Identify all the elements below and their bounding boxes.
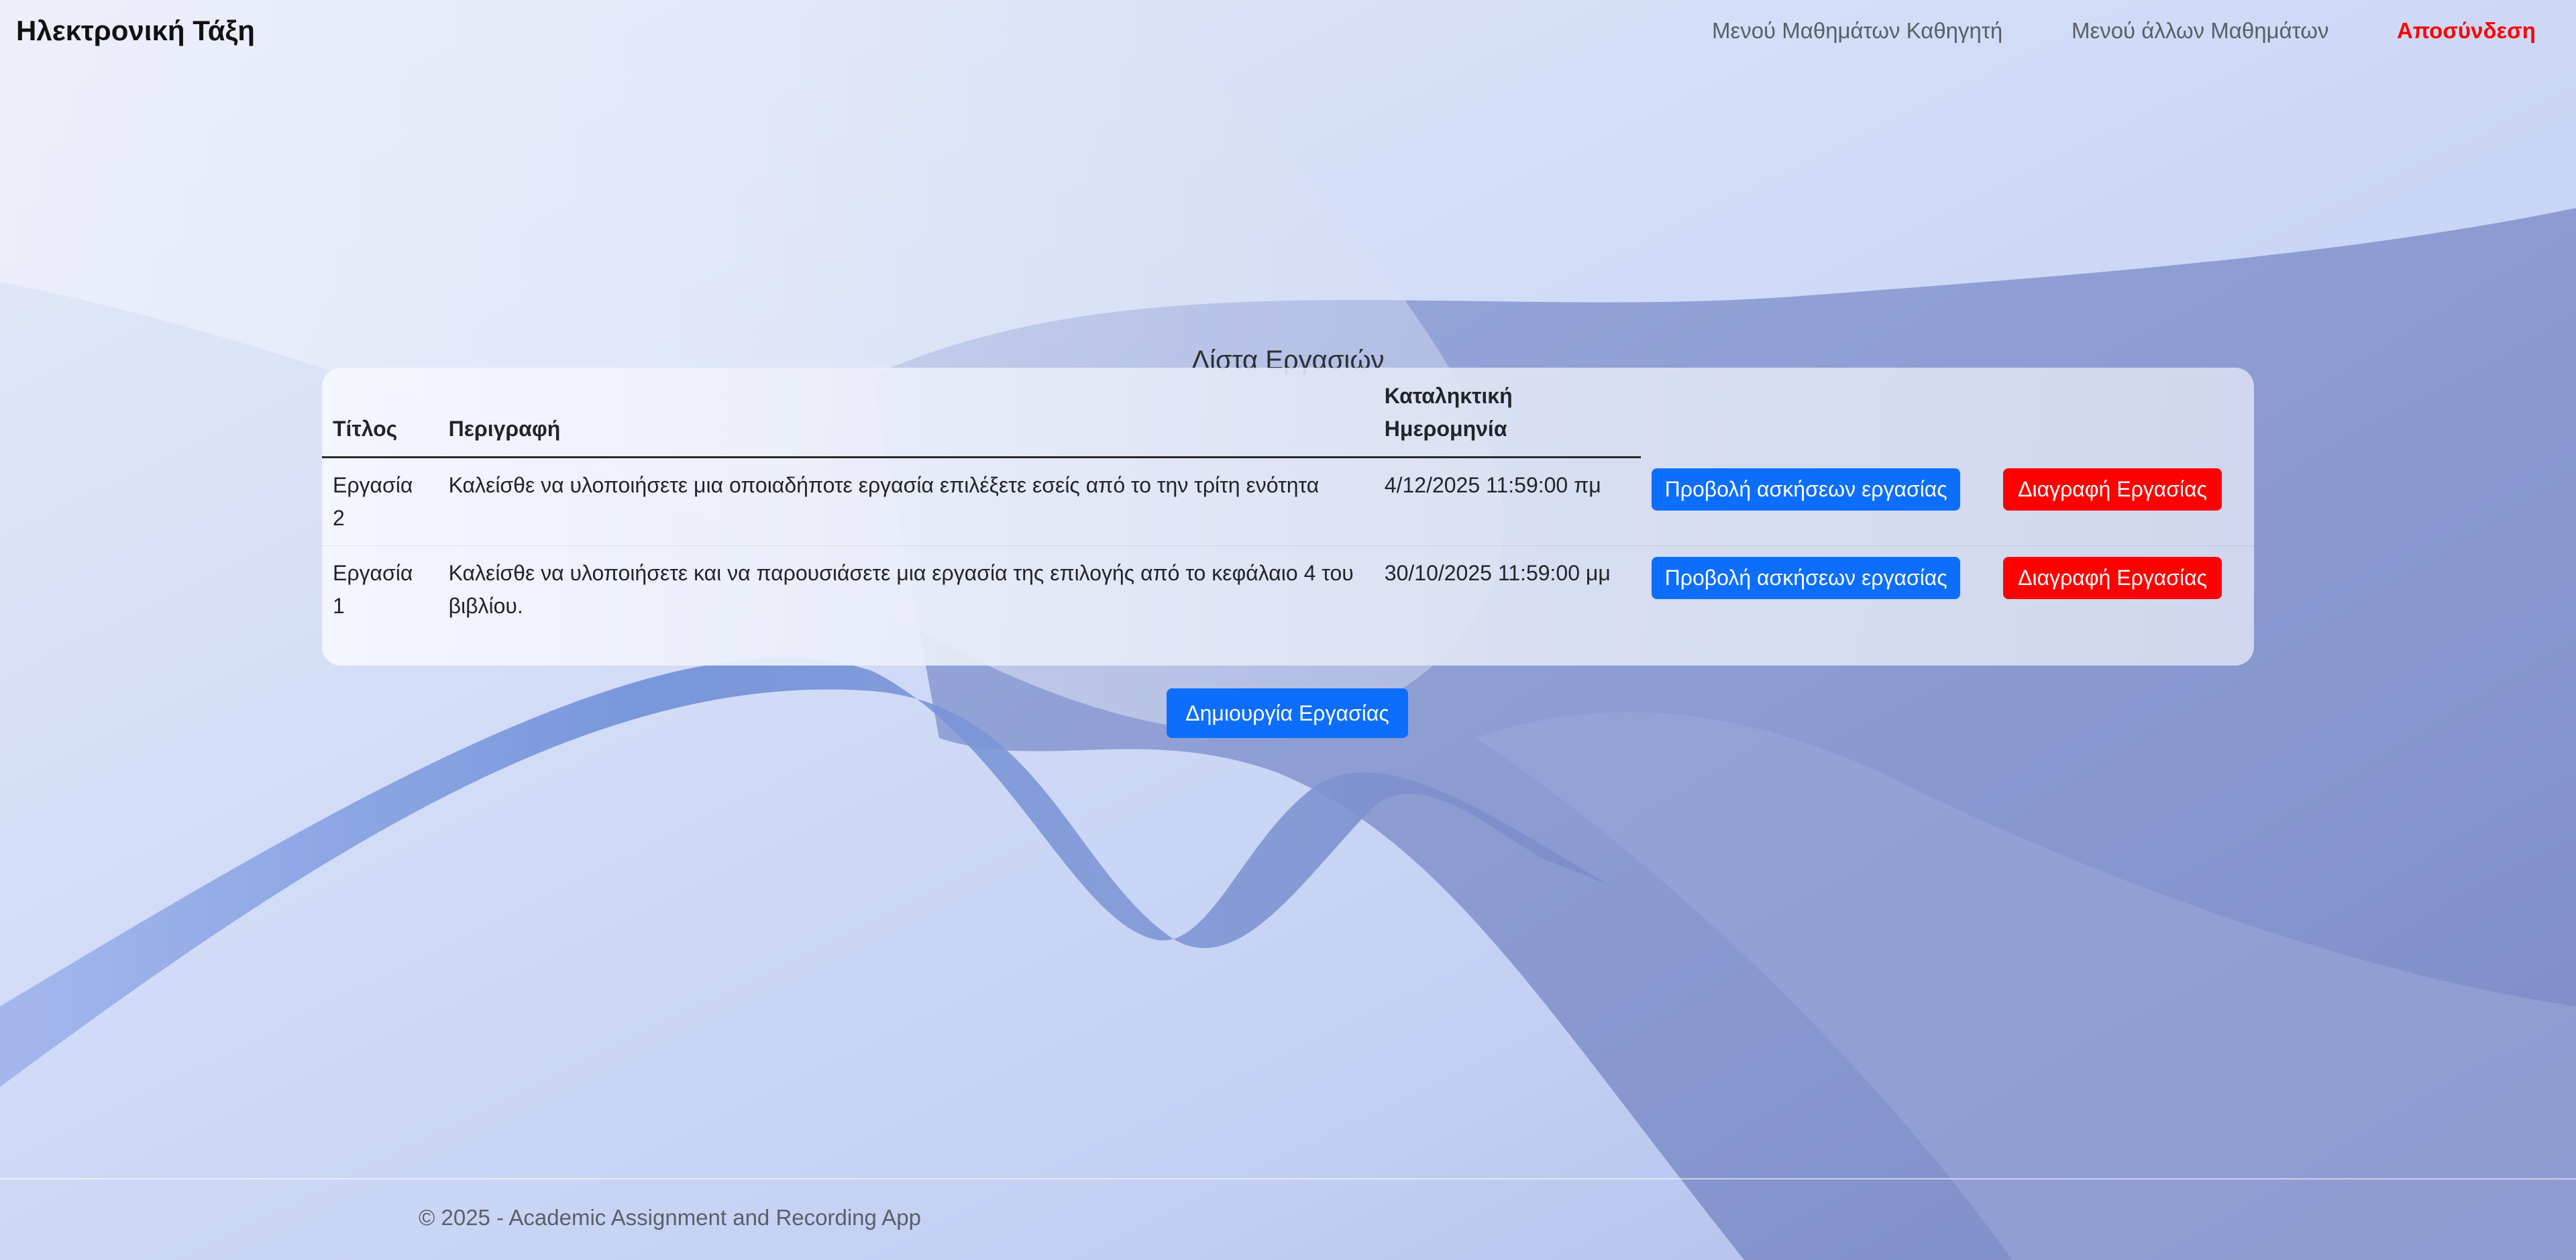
view-cell: Προβολή ασκήσεων εργασίας xyxy=(1641,546,1992,634)
assignment-description-cell: Καλείσθε να υλοποιήσετε μια οποιαδήποτε … xyxy=(437,457,1374,546)
logout-link[interactable]: Αποσύνδεση xyxy=(2397,18,2536,44)
view-cell: Προβολή ασκήσεων εργασίας xyxy=(1641,457,1993,546)
assignment-description-cell: Καλείσθε να υλοποιήσετε και να παρουσιάσ… xyxy=(448,561,1354,618)
assignment-deadline-cell: 4/12/2025 11:59:00 πμ xyxy=(1373,457,1642,546)
column-header-title: Τίτλος xyxy=(322,368,438,458)
column-header-view-empty xyxy=(1641,368,1992,458)
column-header-deadline: Καταληκτική Ημερομηνία xyxy=(1373,368,1642,458)
assignment-title-cell: Εργασία 2 xyxy=(322,457,438,546)
view-exercises-button[interactable]: Προβολή ασκήσεων εργασίας xyxy=(1652,557,1961,599)
footer-copyright: © 2025 - Academic Assignment and Recordi… xyxy=(419,1205,921,1230)
assignment-deadline-cell: 30/10/2025 11:59:00 μμ xyxy=(1384,561,1611,585)
nav-link-teacher-courses[interactable]: Μενού Μαθημάτων Καθηγητή xyxy=(1712,18,2002,44)
assignments-table-card: Τίτλος Περιγραφή Καταληκτική Ημερομηνία … xyxy=(322,368,2254,666)
delete-assignment-button[interactable]: Διαγραφή Εργασίας xyxy=(2003,468,2222,511)
table-row: Εργασία 2 Καλείσθε να υλοποιήσετε μια οπ… xyxy=(322,457,2254,546)
top-navbar: Ηλεκτρονική Τάξη Μενού Μαθημάτων Καθηγητ… xyxy=(0,0,2576,62)
table-row: Εργασία 1 Καλείσθε να υλοποιήσετε και να… xyxy=(322,546,2254,634)
delete-cell: Διαγραφή Εργασίας xyxy=(1992,457,2254,546)
footer-divider xyxy=(0,1178,2576,1179)
delete-cell: Διαγραφή Εργασίας xyxy=(1992,546,2254,634)
brand-link[interactable]: Ηλεκτρονική Τάξη xyxy=(16,15,255,47)
column-header-delete-empty xyxy=(1992,368,2254,458)
table-header-row: Τίτλος Περιγραφή Καταληκτική Ημερομηνία xyxy=(322,368,2254,458)
assignments-table: Τίτλος Περιγραφή Καταληκτική Ημερομηνία … xyxy=(322,368,2254,633)
assignment-title-cell: Εργασία 1 xyxy=(333,561,413,618)
nav-link-other-courses[interactable]: Μενού άλλων Μαθημάτων xyxy=(2072,18,2328,44)
view-exercises-button[interactable]: Προβολή ασκήσεων εργασίας xyxy=(1652,468,1961,511)
delete-assignment-button[interactable]: Διαγραφή Εργασίας xyxy=(2003,557,2222,599)
create-assignment-button[interactable]: Δημιουργία Εργασίας xyxy=(1167,688,1408,738)
column-header-description: Περιγραφή xyxy=(437,368,1374,458)
